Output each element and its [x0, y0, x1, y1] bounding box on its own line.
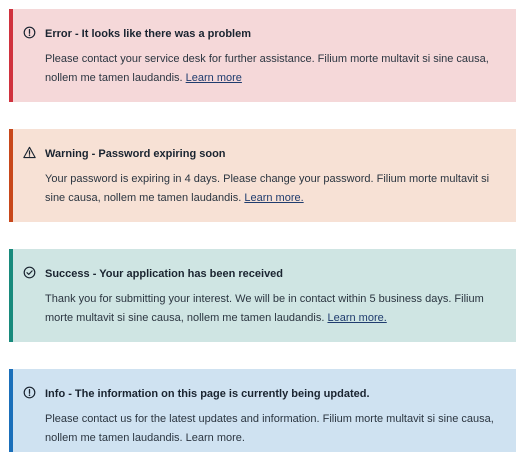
success-alert-title: Success - Your application has been rece…: [45, 268, 284, 280]
success-alert: Success - Your application has been rece…: [9, 249, 516, 342]
info-learn-more-text[interactable]: Learn more.: [186, 432, 245, 444]
success-learn-more-link[interactable]: Learn more.: [327, 312, 386, 324]
warning-alert: Warning - Password expiring soon Your pa…: [9, 129, 516, 222]
error-info-circle-icon: [23, 26, 36, 39]
info-alert-title: Info - The information on this page is c…: [45, 388, 370, 400]
warning-learn-more-link[interactable]: Learn more.: [244, 192, 303, 204]
error-learn-more-link[interactable]: Learn more: [186, 72, 242, 84]
error-alert-title: Error - It looks like there was a proble…: [45, 28, 252, 40]
success-alert-message: Thank you for submitting your interest. …: [45, 290, 505, 328]
error-alert-body: Please contact your service desk for fur…: [45, 53, 489, 84]
info-alert: Info - The information on this page is c…: [9, 369, 516, 452]
check-circle-icon: [23, 266, 36, 279]
success-alert-body: Thank you for submitting your interest. …: [45, 293, 484, 324]
error-alert: Error - It looks like there was a proble…: [9, 9, 516, 102]
info-alert-message: Please contact us for the latest updates…: [45, 410, 505, 448]
warning-triangle-icon: [23, 146, 36, 159]
info-circle-icon: [23, 386, 36, 399]
error-alert-message: Please contact your service desk for fur…: [45, 50, 505, 88]
warning-alert-message: Your password is expiring in 4 days. Ple…: [45, 170, 505, 208]
info-alert-body: Please contact us for the latest updates…: [45, 413, 494, 444]
warning-alert-title: Warning - Password expiring soon: [45, 148, 226, 160]
